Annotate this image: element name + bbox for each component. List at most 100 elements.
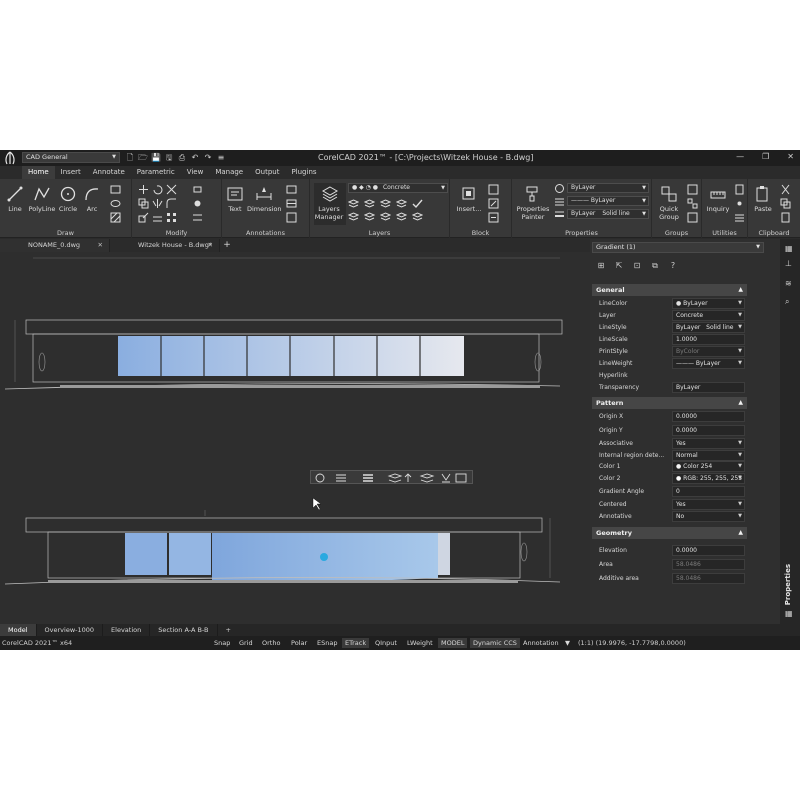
grid-panel-icon[interactable]: ▦ bbox=[785, 609, 795, 619]
list-icon[interactable] bbox=[734, 212, 745, 223]
print-icon[interactable]: ⎙ bbox=[177, 152, 187, 163]
array-icon[interactable] bbox=[166, 212, 177, 223]
layer-off-icon[interactable] bbox=[348, 211, 359, 222]
toggle-model[interactable]: MODEL bbox=[438, 638, 468, 648]
prop-value[interactable]: No ▼ bbox=[672, 511, 745, 522]
rectangle-icon[interactable] bbox=[110, 184, 121, 195]
erase-icon[interactable] bbox=[192, 184, 203, 195]
prop-linecolor[interactable]: LineColor ● ByLayer ▼ bbox=[592, 298, 747, 310]
help-icon[interactable]: ? bbox=[666, 259, 680, 273]
prop-value[interactable]: ● ByLayer ▼ bbox=[672, 298, 745, 309]
layer-lock-icon[interactable] bbox=[364, 211, 375, 222]
prop-transparency[interactable]: Transparency ByLayer bbox=[592, 382, 747, 394]
toggle-esnap[interactable]: ESnap bbox=[314, 638, 340, 648]
select-objects-icon[interactable]: ⇱ bbox=[612, 259, 626, 273]
linetype-icon[interactable] bbox=[554, 196, 565, 207]
paste-special-icon[interactable] bbox=[780, 212, 791, 223]
cut-icon[interactable] bbox=[780, 184, 791, 195]
prop-value[interactable]: ByLayer Solid line ▼ bbox=[672, 322, 745, 333]
tab-plugins[interactable]: Plugins bbox=[285, 166, 322, 179]
properties-painter-button[interactable]: Properties Painter bbox=[514, 185, 552, 221]
toggle-ortho[interactable]: Ortho bbox=[259, 638, 283, 648]
tab-home[interactable]: Home bbox=[22, 166, 55, 179]
layout-tab-model[interactable]: Model bbox=[0, 624, 37, 636]
circle-tool[interactable]: Circle bbox=[57, 185, 79, 213]
close-icon[interactable]: ✕ bbox=[787, 152, 794, 161]
close-icon[interactable]: ✕ bbox=[208, 239, 213, 252]
layer-merge-icon[interactable] bbox=[396, 211, 407, 222]
group-edit-icon[interactable] bbox=[687, 184, 698, 195]
prop-value[interactable]: 0.0000 bbox=[672, 545, 745, 556]
ungroup-icon[interactable] bbox=[687, 198, 698, 209]
save-as-icon[interactable]: 🖫 bbox=[164, 152, 174, 163]
rotate-icon[interactable] bbox=[152, 184, 163, 195]
tab-annotate[interactable]: Annotate bbox=[87, 166, 131, 179]
color-select[interactable]: ByLayer ▼ bbox=[567, 183, 649, 193]
new-file-icon[interactable]: 🗋 bbox=[125, 152, 135, 163]
annotation-scale-toggle[interactable]: Annotation bbox=[520, 638, 562, 648]
prop-value[interactable]: 1.0000 bbox=[672, 334, 745, 345]
drawing-canvas[interactable] bbox=[0, 252, 590, 624]
restore-icon[interactable]: ❐ bbox=[762, 152, 769, 161]
prop-layer[interactable]: Layer Concrete ▼ bbox=[592, 310, 747, 322]
layer-freeze-icon[interactable] bbox=[396, 198, 407, 209]
doc-tab-noname[interactable]: NONAME_0.dwg ✕ bbox=[0, 239, 110, 252]
layers-manager-button[interactable]: Layers Manager bbox=[314, 183, 346, 225]
create-block-icon[interactable] bbox=[488, 184, 499, 195]
color-icon[interactable] bbox=[554, 183, 565, 194]
prop-lineweight[interactable]: LineWeight ——— ByLayer ▼ bbox=[592, 358, 747, 370]
properties-side-label[interactable]: Properties bbox=[784, 564, 792, 605]
tab-manage[interactable]: Manage bbox=[209, 166, 249, 179]
inquiry-button[interactable]: Inquiry bbox=[704, 185, 732, 213]
make-current-icon[interactable] bbox=[412, 198, 423, 209]
hatch-icon[interactable] bbox=[110, 212, 121, 223]
workspace-select[interactable]: CAD General ▼ bbox=[22, 152, 120, 163]
save-icon[interactable]: 💾 bbox=[151, 152, 161, 163]
pin-icon[interactable]: ⊥ bbox=[785, 259, 795, 269]
quick-select-icon[interactable]: ⊞ bbox=[594, 259, 608, 273]
hatch-grip-handle[interactable] bbox=[320, 553, 328, 561]
mirror-icon[interactable] bbox=[152, 198, 163, 209]
toggle-snap[interactable]: Snap bbox=[211, 638, 233, 648]
polyline-tool[interactable]: PolyLine bbox=[28, 185, 56, 213]
prop-value[interactable]: ByLayer bbox=[672, 382, 745, 393]
glazing-gradient-upper[interactable] bbox=[118, 336, 464, 376]
arc-tool[interactable]: Arc bbox=[82, 185, 102, 213]
prop-value[interactable]: ● RGB: 255, 255, 255 ▼ bbox=[672, 473, 745, 484]
id-point-icon[interactable] bbox=[734, 198, 745, 209]
minimize-icon[interactable]: — bbox=[736, 152, 744, 161]
lineweight-icon[interactable] bbox=[554, 209, 565, 220]
toggle-lweight[interactable]: LWeight bbox=[404, 638, 436, 648]
explode-icon[interactable] bbox=[192, 198, 203, 209]
prop-value[interactable]: 0.0000 bbox=[672, 411, 745, 422]
prop-linestyle[interactable]: LineStyle ByLayer Solid line ▼ bbox=[592, 322, 747, 334]
annotation-scale-dropdown-icon[interactable]: ▼ bbox=[562, 638, 573, 648]
prop-elevation[interactable]: Elevation 0.0000 bbox=[592, 545, 747, 557]
layout-tab-section[interactable]: Section A-A B-B bbox=[150, 624, 218, 636]
prop-value[interactable]: Concrete ▼ bbox=[672, 310, 745, 321]
copy-icon[interactable] bbox=[138, 198, 149, 209]
layers-panel-icon[interactable]: ≋ bbox=[785, 279, 795, 289]
edit-block-icon[interactable] bbox=[488, 198, 499, 209]
prop-gradient-angle[interactable]: Gradient Angle 0 bbox=[592, 486, 747, 498]
trim-icon[interactable] bbox=[166, 184, 177, 195]
search-panel-icon[interactable]: ⌕ bbox=[785, 297, 795, 307]
section-general[interactable]: General ▲ bbox=[592, 284, 747, 296]
toggle-qinput[interactable]: QInput bbox=[372, 638, 400, 648]
tab-view[interactable]: View bbox=[181, 166, 210, 179]
toggle-polar[interactable]: Polar bbox=[288, 638, 310, 648]
layer-match-icon[interactable] bbox=[348, 198, 359, 209]
redo-icon[interactable]: ↷ bbox=[203, 152, 213, 163]
layer-isolate-icon[interactable] bbox=[380, 198, 391, 209]
dimension-tool[interactable]: Dimension bbox=[247, 185, 282, 213]
quick-group-button[interactable]: Quick Group bbox=[654, 185, 684, 221]
layer-walk-icon[interactable] bbox=[412, 211, 423, 222]
prop-value[interactable]: ● Color 254 ▼ bbox=[672, 461, 745, 472]
section-geometry[interactable]: Geometry ▲ bbox=[592, 527, 747, 539]
toggle-etrack[interactable]: ETrack bbox=[342, 638, 370, 648]
layer-unlock-icon[interactable] bbox=[380, 211, 391, 222]
toggle-grid[interactable]: Grid bbox=[236, 638, 256, 648]
mark-icon[interactable] bbox=[286, 212, 297, 223]
prop-value[interactable]: Yes ▼ bbox=[672, 438, 745, 449]
prop-color-2[interactable]: Color 2 ● RGB: 255, 255, 255 ▼ bbox=[592, 473, 747, 485]
